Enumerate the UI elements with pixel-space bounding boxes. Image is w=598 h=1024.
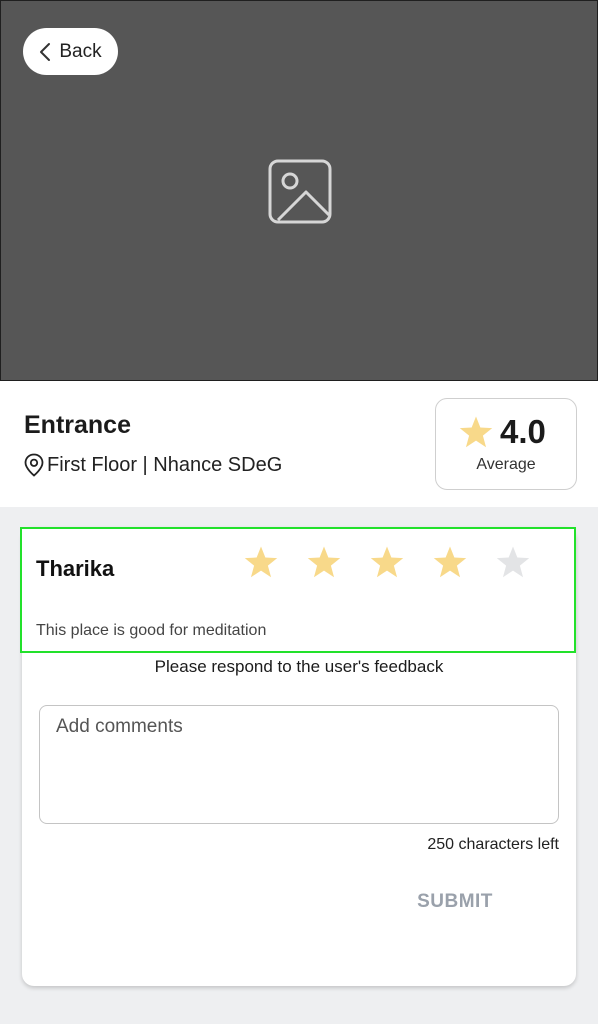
characters-left: 250 characters left <box>427 836 559 853</box>
star-filled-icon <box>433 546 467 578</box>
average-rating-value: 4.0 <box>500 413 546 450</box>
star-icon <box>459 415 493 447</box>
star-filled-icon <box>307 546 341 578</box>
comment-input[interactable] <box>39 705 559 824</box>
star-filled-icon <box>244 546 278 578</box>
location-text: First Floor | Nhance SDeG <box>47 453 283 476</box>
user-review: Tharika This place is good for meditatio… <box>20 527 576 653</box>
average-rating-box: 4.0 Average <box>435 398 577 490</box>
place-info: Entrance First Floor | Nhance SDeG 4.0 A… <box>0 381 598 507</box>
submit-button[interactable]: SUBMIT <box>402 887 508 917</box>
review-text: This place is good for meditation <box>36 622 267 639</box>
average-rating-label: Average <box>476 456 536 473</box>
review-star-rating <box>243 545 531 580</box>
star-filled-icon <box>370 546 404 578</box>
feedback-card: Tharika This place is good for meditatio… <box>20 527 576 986</box>
respond-prompt: Please respond to the user's feedback <box>154 657 444 676</box>
place-image: Back <box>0 0 598 381</box>
place-title: Entrance <box>24 411 131 439</box>
back-button[interactable]: Back <box>23 28 118 75</box>
reviewer-name: Tharika <box>36 556 115 581</box>
star-empty-icon <box>496 546 530 578</box>
back-button-label: Back <box>59 40 102 62</box>
location-pin-icon <box>24 453 44 477</box>
place-location: First Floor | Nhance SDeG <box>24 453 282 477</box>
image-placeholder-icon <box>268 159 332 224</box>
chevron-left-icon <box>40 42 51 61</box>
